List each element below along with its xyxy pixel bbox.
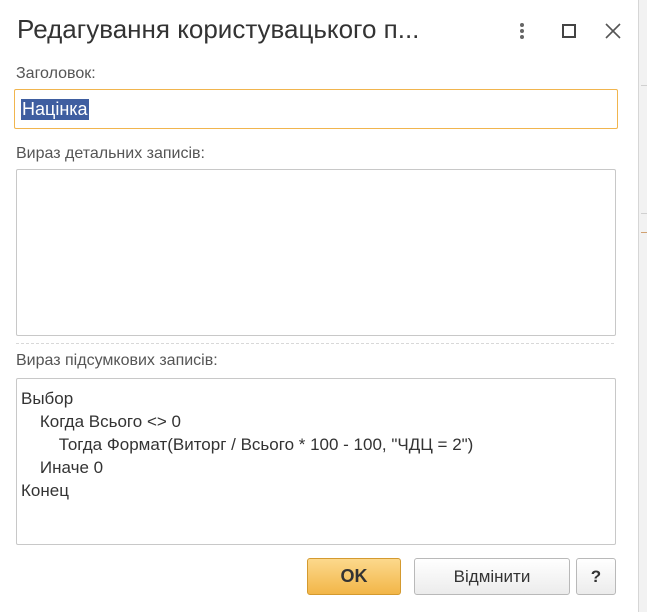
summary-expression-label: Вираз підсумкових записів: [16,352,218,369]
cancel-button[interactable]: Відмінити [414,558,570,595]
title-field-input[interactable]: Націнка [14,89,618,129]
title-bar: Редагування користувацького п... [0,0,638,60]
code-line: Конец [21,481,69,500]
more-vertical-icon [520,23,524,39]
maximize-button[interactable] [554,16,584,46]
more-options-button[interactable] [507,16,537,46]
maximize-icon [562,24,576,38]
code-line: Тогда Формат(Виторг / Всього * 100 - 100… [21,435,474,454]
title-field-label: Заголовок: [16,65,96,82]
ok-button[interactable]: OK [307,558,401,595]
dialog-title: Редагування користувацького п... [17,14,420,44]
detail-expression-label: Вираз детальних записів: [16,145,205,162]
background-window-edge [638,0,647,612]
code-line: Когда Всього <> 0 [21,412,181,431]
code-line: Иначе 0 [21,458,104,477]
edit-custom-field-dialog: Редагування користувацького п... Заголов… [0,0,638,612]
detail-expression-textarea[interactable] [16,169,616,336]
code-line: Выбор [21,389,74,408]
help-button[interactable]: ? [576,558,616,595]
title-field-value: Націнка [21,98,89,120]
summary-expression-textarea[interactable]: Выбор Когда Всього <> 0 Тогда Формат(Вит… [16,378,616,545]
close-icon [605,23,621,39]
section-divider [16,343,614,344]
close-button[interactable] [598,16,628,46]
